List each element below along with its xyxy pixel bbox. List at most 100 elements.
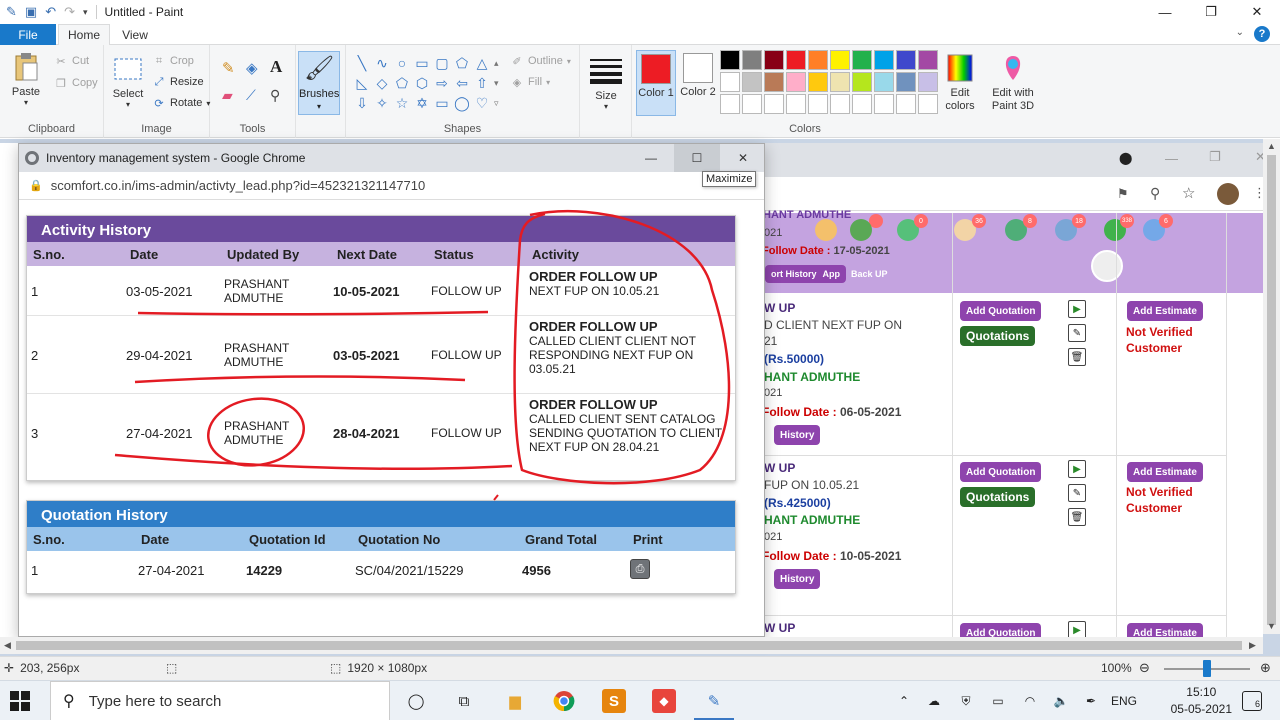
select-dropdown-icon[interactable]: ▾ bbox=[126, 100, 130, 109]
palette-swatch[interactable] bbox=[852, 72, 872, 92]
pen-icon[interactable]: ✒ bbox=[1076, 694, 1106, 708]
taskbar-search[interactable]: ⚲ Type here to search bbox=[50, 681, 390, 720]
palette-swatch[interactable] bbox=[742, 94, 762, 114]
palette-swatch[interactable] bbox=[830, 50, 850, 70]
popup-maximize-button[interactable]: ☐ bbox=[674, 144, 720, 172]
horizontal-scroll-thumb[interactable] bbox=[16, 641, 1242, 650]
palette-swatch[interactable] bbox=[786, 72, 806, 92]
brushes-button[interactable]: 🖌 Brushes ▾ bbox=[298, 51, 340, 115]
palette-swatch[interactable] bbox=[720, 72, 740, 92]
popup-close-button[interactable]: ✕ bbox=[720, 144, 764, 172]
tab-view[interactable]: View bbox=[112, 24, 158, 45]
palette-swatch[interactable] bbox=[896, 94, 916, 114]
redo-icon[interactable]: ↷ bbox=[64, 4, 75, 20]
minimize-button[interactable]: — bbox=[1142, 0, 1188, 24]
tab-file[interactable]: File bbox=[0, 24, 56, 45]
palette-swatch[interactable] bbox=[874, 50, 894, 70]
vertical-scrollbar[interactable]: ▲ ▼ bbox=[1263, 139, 1280, 634]
rotate-button[interactable]: ⟳ Rotate ▾ bbox=[152, 96, 210, 110]
paste-button[interactable]: Paste ▾ bbox=[8, 51, 44, 107]
zoom-in-icon[interactable]: ⊕ bbox=[1260, 660, 1271, 676]
paint-taskbar-icon[interactable]: ✎ bbox=[702, 689, 726, 713]
popup-url[interactable]: scomfort.co.in/ims-admin/activty_lead.ph… bbox=[51, 178, 425, 193]
eraser-icon[interactable]: ▰ bbox=[222, 87, 233, 104]
fill-button[interactable]: ◈ Fill ▾ bbox=[510, 75, 550, 89]
palette-swatch[interactable] bbox=[764, 94, 784, 114]
curve-shape-icon[interactable]: ∿ bbox=[372, 53, 392, 73]
outline-button[interactable]: ✐ Outline ▾ bbox=[510, 54, 570, 68]
palette-swatch[interactable] bbox=[874, 72, 894, 92]
security-icon[interactable]: ⛨ bbox=[950, 694, 982, 709]
edit-colors-button[interactable]: Edit colors bbox=[940, 52, 980, 113]
palette-swatch[interactable] bbox=[720, 50, 740, 70]
palette-swatch[interactable] bbox=[786, 94, 806, 114]
six-point-star-shape-icon[interactable]: ✡ bbox=[412, 93, 432, 113]
pencil-icon[interactable]: ✎ bbox=[222, 59, 235, 77]
paste-dropdown-icon[interactable]: ▾ bbox=[24, 98, 28, 107]
palette-swatch[interactable] bbox=[786, 50, 806, 70]
anydesk-icon[interactable]: ◆ bbox=[652, 689, 676, 713]
color-picker-icon[interactable]: ⟋ bbox=[246, 87, 256, 104]
zoom-out-icon[interactable]: ⊖ bbox=[1139, 660, 1150, 676]
volume-icon[interactable]: 🔈 bbox=[1046, 694, 1076, 708]
size-button[interactable]: Size ▾ bbox=[588, 55, 624, 111]
palette-swatch[interactable] bbox=[742, 50, 762, 70]
left-arrow-shape-icon[interactable]: ⇦ bbox=[452, 73, 472, 93]
palette-swatch[interactable] bbox=[808, 50, 828, 70]
palette-swatch[interactable] bbox=[830, 72, 850, 92]
cortana-icon[interactable]: ◯ bbox=[404, 689, 428, 713]
customize-qa-icon[interactable]: ▾ bbox=[83, 7, 88, 18]
palette-swatch[interactable] bbox=[874, 94, 894, 114]
up-arrow-shape-icon[interactable]: ⇧ bbox=[472, 73, 492, 93]
copy-button[interactable]: ❐ Copy bbox=[54, 76, 98, 90]
popup-minimize-button[interactable]: — bbox=[628, 144, 674, 172]
palette-swatch[interactable] bbox=[808, 72, 828, 92]
palette-swatch[interactable] bbox=[830, 94, 850, 114]
right-triangle-shape-icon[interactable]: ◺ bbox=[352, 73, 372, 93]
palette-swatch[interactable] bbox=[764, 72, 784, 92]
palette-swatch[interactable] bbox=[764, 50, 784, 70]
palette-swatch[interactable] bbox=[918, 72, 938, 92]
popup-addressbar[interactable]: 🔒 scomfort.co.in/ims-admin/activty_lead.… bbox=[19, 172, 764, 200]
color1-button[interactable]: Color 1 bbox=[636, 50, 676, 116]
rectangle-shape-icon[interactable]: ▭ bbox=[412, 53, 432, 73]
four-point-star-shape-icon[interactable]: ✧ bbox=[372, 93, 392, 113]
palette-swatch[interactable] bbox=[852, 94, 872, 114]
task-view-icon[interactable]: ⧉ bbox=[452, 689, 476, 713]
magnifier-icon[interactable]: ⚲ bbox=[270, 87, 280, 104]
palette-swatch[interactable] bbox=[918, 94, 938, 114]
palette-swatch[interactable] bbox=[852, 50, 872, 70]
palette-swatch[interactable] bbox=[918, 50, 938, 70]
diamond-shape-icon[interactable]: ◇ bbox=[372, 73, 392, 93]
callout-oval-shape-icon[interactable]: ◯ bbox=[452, 93, 472, 113]
sublime-text-icon[interactable]: S bbox=[602, 689, 626, 713]
palette-swatch[interactable] bbox=[742, 72, 762, 92]
down-arrow-shape-icon[interactable]: ⇩ bbox=[352, 93, 372, 113]
select-button[interactable]: Select ▾ bbox=[110, 53, 146, 109]
language-indicator[interactable]: ENG bbox=[1106, 694, 1142, 708]
color2-button[interactable]: Color 2 bbox=[678, 50, 718, 116]
five-point-star-shape-icon[interactable]: ☆ bbox=[392, 93, 412, 113]
horizontal-scrollbar[interactable]: ◀ ▶ bbox=[0, 637, 1263, 654]
scroll-right-icon[interactable]: ▶ bbox=[1249, 640, 1256, 651]
pentagon-shape-icon[interactable]: ⬠ bbox=[392, 73, 412, 93]
heart-shape-icon[interactable]: ♡ bbox=[472, 93, 492, 113]
shapes-scroll-icon[interactable]: ▴ ▾ ▿ bbox=[494, 53, 499, 113]
palette-swatch[interactable] bbox=[808, 94, 828, 114]
text-tool-icon[interactable]: A bbox=[270, 57, 282, 77]
battery-icon[interactable]: ▭ bbox=[982, 694, 1014, 708]
scroll-left-icon[interactable]: ◀ bbox=[4, 640, 11, 651]
close-button[interactable]: ✕ bbox=[1234, 0, 1280, 24]
rounded-rect-shape-icon[interactable]: ▢ bbox=[432, 53, 452, 73]
crop-button[interactable]: ⌗ Crop bbox=[152, 54, 194, 68]
file-explorer-icon[interactable]: ▆ bbox=[503, 689, 527, 713]
edit-with-paint3d-button[interactable]: Edit with Paint 3D bbox=[988, 52, 1038, 113]
palette-swatch[interactable] bbox=[896, 72, 916, 92]
callout-rect-shape-icon[interactable]: ▭ bbox=[432, 93, 452, 113]
help-icon[interactable]: ? bbox=[1254, 26, 1270, 42]
notification-center-icon[interactable]: 6 bbox=[1242, 691, 1262, 711]
wifi-icon[interactable]: ◠ bbox=[1014, 694, 1046, 708]
polygon-shape-icon[interactable]: ⬠ bbox=[452, 53, 472, 73]
hexagon-shape-icon[interactable]: ⬡ bbox=[412, 73, 432, 93]
triangle-shape-icon[interactable]: △ bbox=[472, 53, 492, 73]
